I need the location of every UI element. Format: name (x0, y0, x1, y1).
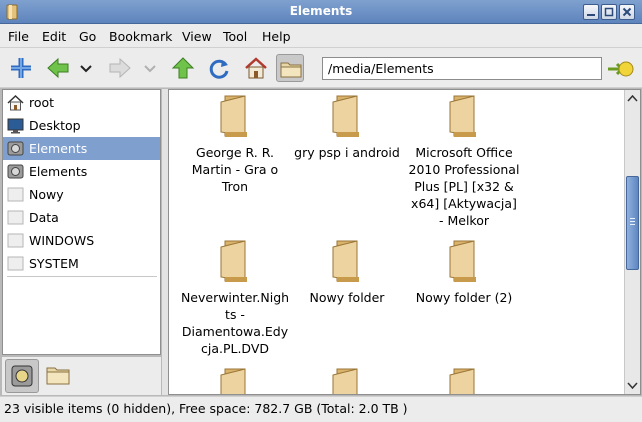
volume-icon (7, 186, 24, 203)
scroll-down-icon[interactable] (627, 380, 638, 391)
reload-icon (209, 59, 229, 79)
side-item-label: WINDOWS (29, 233, 95, 248)
folder-icon (332, 240, 359, 282)
menu-help[interactable]: Help (262, 29, 291, 44)
drive-icon (7, 163, 24, 180)
folder-icon (332, 95, 359, 137)
go-button[interactable] (606, 56, 634, 82)
toggle-sidepane-icon (280, 62, 302, 78)
file-name: George R. R. Martin - Gra o Tron (191, 145, 279, 194)
location-input[interactable]: /media/Elements (322, 57, 602, 80)
desktop-icon (7, 117, 24, 134)
history-dropdown-icon (80, 65, 92, 73)
file-item[interactable]: Nowy folder (2) (408, 237, 520, 306)
file-item[interactable]: gry psp i android (291, 92, 403, 161)
back-button[interactable] (44, 54, 72, 82)
home-button[interactable] (242, 54, 270, 82)
folder-icon (220, 95, 247, 137)
close-button[interactable] (619, 4, 635, 20)
up-icon (171, 57, 195, 79)
side-pane: root Desktop Elements Elements Nowy Data… (2, 89, 161, 355)
side-item-data[interactable]: Data (3, 206, 160, 229)
side-divider (7, 276, 157, 277)
new-tab-button[interactable] (7, 54, 35, 82)
side-item-system[interactable]: SYSTEM (3, 252, 160, 275)
forward-button[interactable] (106, 54, 134, 82)
up-button[interactable] (169, 54, 197, 82)
places-tab[interactable] (5, 359, 39, 393)
side-item-desktop[interactable]: Desktop (3, 114, 160, 137)
side-item-elements-1[interactable]: Elements (3, 137, 160, 160)
new-tab-icon (11, 58, 31, 78)
home-icon (245, 57, 267, 79)
file-item[interactable] (179, 365, 291, 394)
title-bar[interactable]: Elements (0, 0, 642, 24)
side-item-root[interactable]: root (3, 91, 160, 114)
menu-go[interactable]: Go (79, 29, 96, 44)
folder-icon (332, 368, 358, 394)
file-item[interactable]: Neverwinter.Nights - Diamentowa.Edycja.P… (179, 237, 291, 357)
status-text: 23 visible items (0 hidden), Free space:… (4, 401, 408, 416)
maximize-button[interactable] (601, 4, 617, 20)
menu-bookmark[interactable]: Bookmark (109, 29, 172, 44)
side-item-label: Data (29, 210, 59, 225)
file-item[interactable]: Microsoft Office 2010 Professional Plus … (408, 92, 520, 229)
file-name: Neverwinter.Nights - Diamentowa.Edycja.P… (180, 290, 290, 356)
menu-edit[interactable]: Edit (42, 29, 66, 44)
side-item-nowy[interactable]: Nowy (3, 183, 160, 206)
back-icon (47, 57, 69, 79)
forward-icon (109, 57, 131, 79)
side-item-windows[interactable]: WINDOWS (3, 229, 160, 252)
file-item[interactable] (408, 365, 520, 394)
side-item-label: root (29, 95, 55, 110)
folder-icon (449, 240, 476, 282)
side-item-label: SYSTEM (29, 256, 79, 271)
scrollbar-thumb[interactable] (626, 176, 639, 270)
go-icon (608, 61, 634, 77)
forward-history-button[interactable] (140, 54, 160, 82)
menu-tool[interactable]: Tool (223, 29, 247, 44)
volume-icon (7, 232, 24, 249)
file-item[interactable]: Nowy folder (291, 237, 403, 306)
menu-view[interactable]: View (182, 29, 212, 44)
folder-icon (220, 240, 247, 282)
places-tab-icon (11, 365, 33, 387)
folder-icon (220, 368, 246, 394)
file-name: gry psp i android (294, 145, 400, 160)
reload-button[interactable] (205, 54, 233, 82)
side-item-label: Nowy (29, 187, 64, 202)
file-view: George R. R. Martin - Gra o Tron gry psp… (168, 89, 641, 395)
side-item-label: Elements (29, 164, 88, 179)
folder-icon (449, 95, 476, 137)
side-pane-tabs (2, 357, 161, 395)
volume-icon (7, 255, 24, 272)
side-item-label: Desktop (29, 118, 81, 133)
file-name: Microsoft Office 2010 Professional Plus … (408, 145, 520, 228)
dir-tree-tab-icon (46, 367, 70, 385)
window-title: Elements (289, 4, 353, 18)
back-history-button[interactable] (76, 54, 96, 82)
side-item-elements-2[interactable]: Elements (3, 160, 160, 183)
menu-bar: File Edit Go Bookmark View Tool Help (0, 24, 642, 48)
file-name: Nowy folder (2) (415, 290, 513, 305)
minimize-button[interactable] (583, 4, 599, 20)
home-icon (7, 94, 24, 111)
drive-icon (7, 140, 24, 157)
volume-icon (7, 209, 24, 226)
side-item-label: Elements (29, 141, 88, 156)
folder-icon (449, 368, 475, 394)
menu-file[interactable]: File (8, 29, 29, 44)
dir-tree-tab[interactable] (42, 359, 76, 393)
file-item[interactable]: George R. R. Martin - Gra o Tron (179, 92, 291, 195)
status-bar: 23 visible items (0 hidden), Free space:… (0, 396, 642, 422)
forward-history-dropdown-icon (144, 65, 156, 73)
file-item[interactable] (291, 365, 403, 394)
scroll-up-icon[interactable] (627, 93, 638, 104)
vertical-scrollbar[interactable] (624, 90, 640, 394)
toggle-sidepane-button[interactable] (276, 54, 304, 82)
file-name: Nowy folder (309, 290, 385, 305)
